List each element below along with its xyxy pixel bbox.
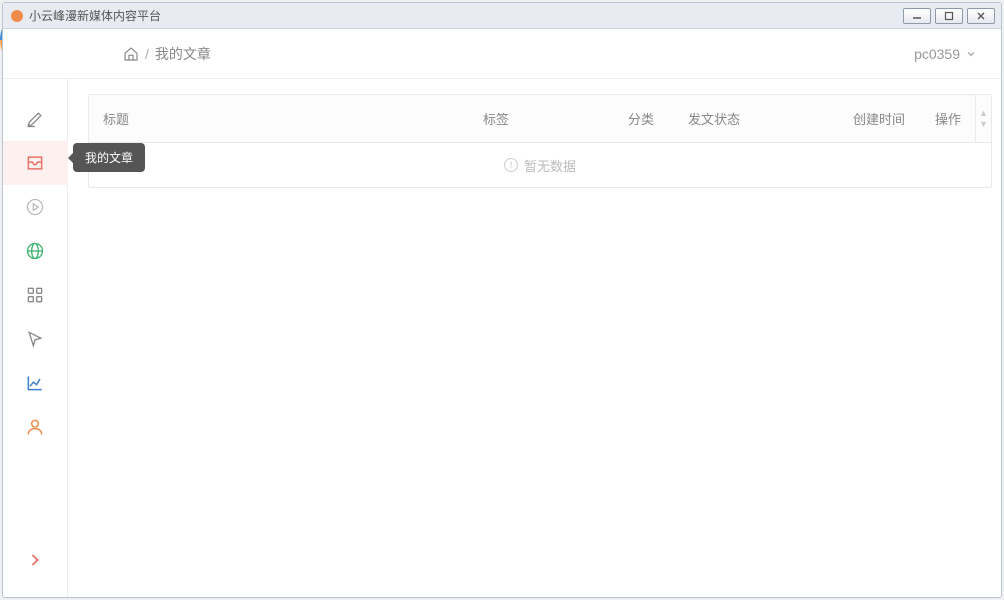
th-tag[interactable]: 标签 <box>469 109 614 128</box>
chevron-right-icon <box>25 550 45 570</box>
sidebar-tooltip: 我的文章 <box>73 143 145 172</box>
sidebar-item-send[interactable] <box>3 317 68 361</box>
inbox-icon <box>25 153 45 173</box>
sidebar-item-inbox[interactable] <box>3 141 68 185</box>
sidebar-item-video[interactable] <box>3 185 68 229</box>
app-header: / 我的文章 pc0359 <box>3 29 1001 79</box>
sidebar-item-apps[interactable] <box>3 273 68 317</box>
user-menu[interactable]: pc0359 <box>914 46 976 62</box>
window-title: 小云峰漫新媒体内容平台 <box>29 7 903 24</box>
th-createtime[interactable]: 创建时间 <box>839 109 921 128</box>
home-icon[interactable] <box>123 46 139 62</box>
table-scroll-control: ▲ ▼ <box>975 95 991 142</box>
scroll-down-icon[interactable]: ▼ <box>979 120 988 129</box>
user-icon <box>25 417 45 437</box>
chart-icon <box>25 373 45 393</box>
main-area: 我的文章 标题 标签 分类 发文状态 创建时间 操作 ▲ ▼ ! <box>3 79 1001 597</box>
globe-icon <box>25 241 45 261</box>
edit-icon <box>25 109 45 129</box>
content: 标题 标签 分类 发文状态 创建时间 操作 ▲ ▼ ! 暂无数据 <box>68 79 1004 597</box>
table: 标题 标签 分类 发文状态 创建时间 操作 ▲ ▼ ! 暂无数据 <box>88 94 992 188</box>
minimize-button[interactable] <box>903 8 931 24</box>
cursor-icon <box>25 329 45 349</box>
maximize-button[interactable] <box>935 8 963 24</box>
sidebar-item-analytics[interactable] <box>3 361 68 405</box>
user-name: pc0359 <box>914 46 960 62</box>
breadcrumb-separator: / <box>145 46 149 62</box>
app-icon <box>9 8 25 24</box>
sidebar-item-globe[interactable] <box>3 229 68 273</box>
window-controls <box>903 8 995 24</box>
empty-text: 暂无数据 <box>524 156 576 175</box>
sidebar-expand[interactable] <box>3 538 68 582</box>
th-title[interactable]: 标题 <box>89 109 469 128</box>
window: 小云峰漫新媒体内容平台 / 我的文章 pc0359 <box>2 2 1002 598</box>
scroll-up-icon[interactable]: ▲ <box>979 109 988 118</box>
th-action[interactable]: 操作 <box>921 109 975 128</box>
titlebar: 小云峰漫新媒体内容平台 <box>3 3 1001 29</box>
chevron-down-icon <box>966 49 976 59</box>
close-button[interactable] <box>967 8 995 24</box>
sidebar-item-account[interactable] <box>3 405 68 449</box>
sidebar-item-edit[interactable] <box>3 97 68 141</box>
play-icon <box>25 197 45 217</box>
table-empty-state: ! 暂无数据 <box>89 143 991 187</box>
th-category[interactable]: 分类 <box>614 109 674 128</box>
empty-icon: ! <box>504 158 518 172</box>
sidebar: 我的文章 <box>3 79 68 597</box>
grid-icon <box>25 285 45 305</box>
breadcrumb: / 我的文章 <box>123 44 211 64</box>
th-status[interactable]: 发文状态 <box>674 109 839 128</box>
breadcrumb-current: 我的文章 <box>155 44 211 64</box>
table-header: 标题 标签 分类 发文状态 创建时间 操作 ▲ ▼ <box>89 95 991 143</box>
